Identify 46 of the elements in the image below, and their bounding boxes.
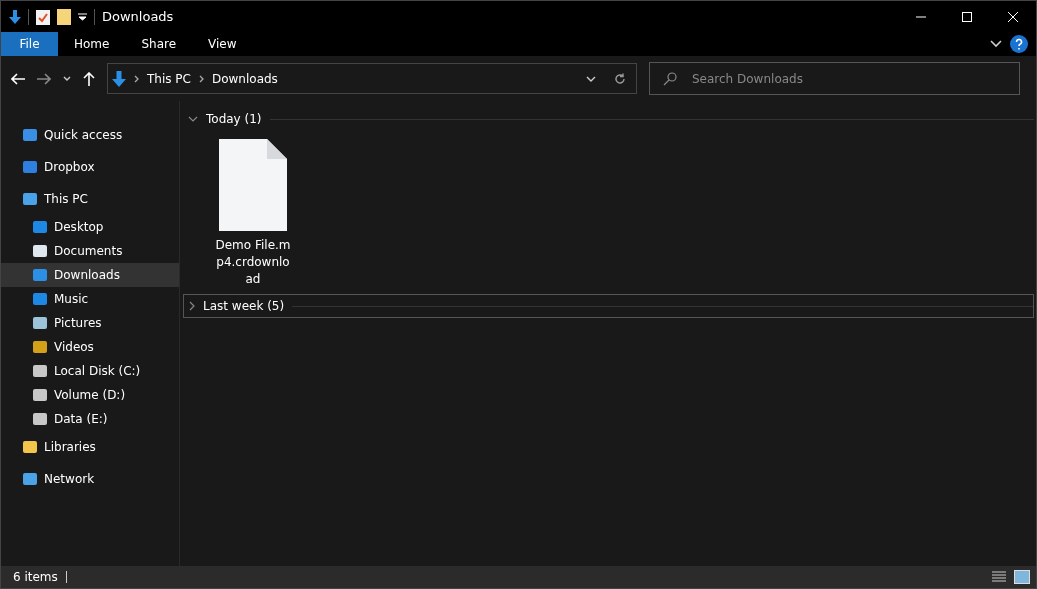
chevron-down-icon[interactable]: [990, 40, 1002, 48]
search-icon: [663, 72, 677, 86]
sidebar-item[interactable]: Data (E:): [1, 407, 179, 431]
sidebar-item[interactable]: Pictures: [1, 311, 179, 335]
close-icon[interactable]: [1008, 11, 1018, 22]
ribbon-tab[interactable]: File: [1, 32, 58, 56]
sidebar-item[interactable]: Desktop: [1, 215, 179, 239]
chevron-down-icon[interactable]: [63, 76, 71, 81]
chevron-right-icon[interactable]: [134, 74, 139, 83]
address-bar[interactable]: This PC Downloads: [107, 63, 637, 94]
refresh-icon[interactable]: [614, 72, 626, 85]
ribbon-tab[interactable]: Share: [125, 32, 193, 56]
sidebar-item[interactable]: Quick access: [1, 119, 179, 151]
sidebar-item[interactable]: Volume (D:): [1, 383, 179, 407]
breadcrumb-item[interactable]: Downloads: [211, 71, 278, 86]
help-icon[interactable]: [1010, 35, 1028, 53]
up-arrow-icon[interactable]: [83, 71, 95, 86]
item-count: 6 items: [13, 570, 58, 584]
chevron-down-icon: [188, 116, 198, 122]
details-view-icon[interactable]: [992, 571, 1006, 583]
sidebar-item[interactable]: Network: [1, 463, 179, 495]
chevron-down-icon[interactable]: [586, 75, 596, 82]
chevron-right-icon: [189, 301, 195, 311]
forward-arrow-icon[interactable]: [37, 72, 51, 85]
sidebar-item[interactable]: This PC: [1, 183, 179, 215]
file-name[interactable]: Demo File.mp4.crdownload: [214, 237, 292, 288]
sidebar-item[interactable]: Videos: [1, 335, 179, 359]
file-icon[interactable]: [219, 139, 287, 231]
chevron-right-icon[interactable]: [198, 74, 204, 83]
sidebar-item[interactable]: Libraries: [1, 431, 179, 463]
group-header[interactable]: Today (1): [183, 107, 1034, 131]
ribbon-tab[interactable]: Home: [58, 32, 126, 56]
dropdown-icon[interactable]: [78, 12, 87, 21]
group-header[interactable]: Last week (5): [183, 294, 1034, 318]
breadcrumb-item[interactable]: This PC: [147, 71, 191, 86]
sidebar-item[interactable]: Documents: [1, 239, 179, 263]
back-arrow-icon[interactable]: [11, 72, 25, 85]
search-field[interactable]: Search Downloads: [649, 62, 1020, 95]
sidebar-item[interactable]: Dropbox: [1, 151, 179, 183]
sidebar-item[interactable]: Local Disk (C:): [1, 359, 179, 383]
checklist-icon[interactable]: [36, 8, 50, 25]
window-title: Downloads: [102, 9, 174, 24]
sidebar-item[interactable]: Downloads: [1, 263, 179, 287]
sidebar-item[interactable]: Music: [1, 287, 179, 311]
maximize-icon[interactable]: [962, 11, 972, 22]
ribbon-tab[interactable]: View: [192, 32, 253, 56]
